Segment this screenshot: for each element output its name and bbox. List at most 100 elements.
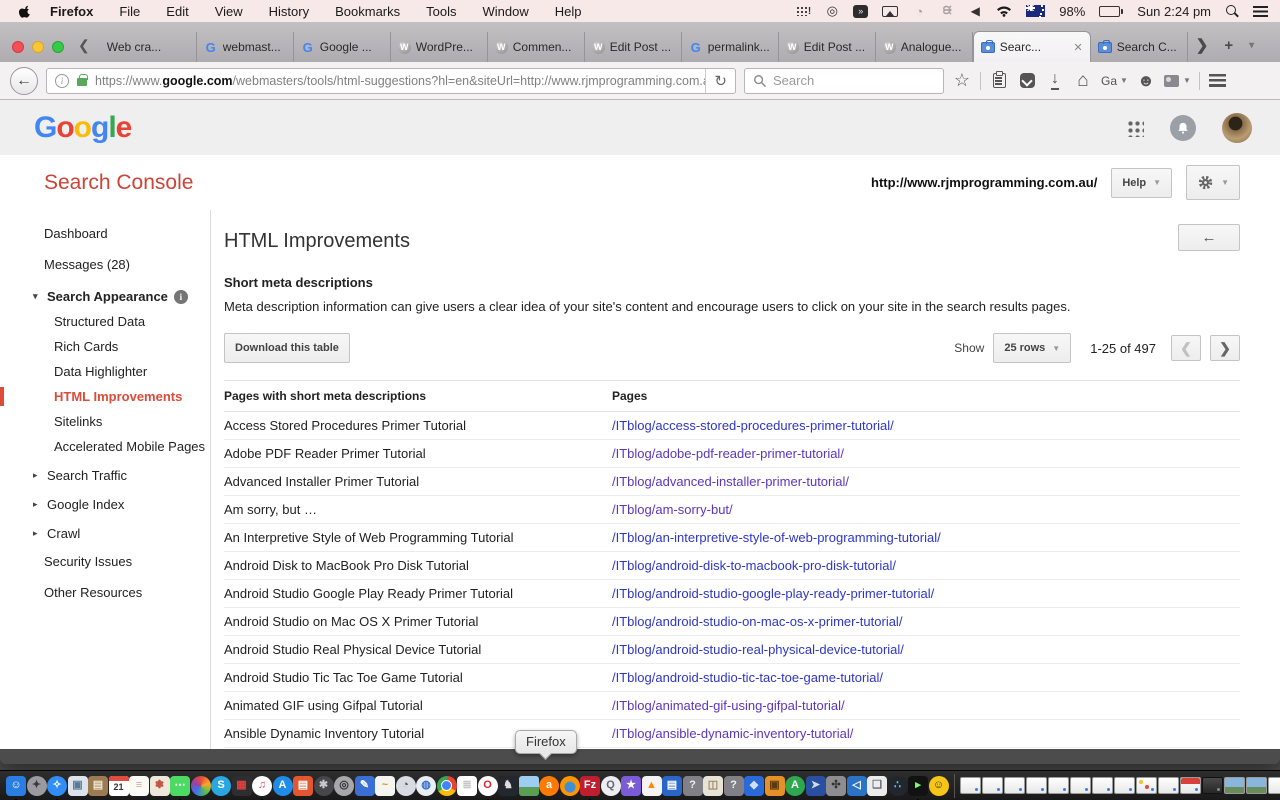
dock-minimized-window[interactable] [1202, 777, 1223, 794]
dock-minimized-window[interactable] [982, 777, 1003, 794]
google-logo[interactable]: Google [34, 111, 132, 145]
row-page-link[interactable]: /ITblog/ansible-dynamic-inventory-tutori… [612, 726, 853, 741]
dock-tool-gray-icon[interactable]: ✣ [826, 775, 846, 796]
sidebar-item-search-traffic[interactable]: ▸ Search Traffic [0, 459, 210, 488]
dock-pages-tool-icon[interactable]: ✎ [354, 775, 375, 796]
screenshot-extension-icon[interactable]: ▼ [1163, 69, 1191, 93]
dock-vlc-icon[interactable]: ▲ [641, 775, 662, 796]
volume-icon[interactable]: ◀ [968, 3, 982, 19]
dock-minimized-window[interactable] [1268, 777, 1280, 794]
sidebar-item-other-resources[interactable]: Other Resources [0, 577, 210, 608]
menu-hamburger-icon[interactable] [1208, 69, 1228, 93]
dock-keychain-smiley-icon[interactable]: ☺ [928, 775, 949, 796]
dock-messages-icon[interactable]: ⋯ [170, 775, 190, 800]
dock-minimized-window[interactable] [1048, 777, 1069, 794]
sidebar-item-sitelinks[interactable]: Sitelinks [0, 409, 210, 434]
dock-whiteboard-icon[interactable]: ~ [375, 775, 395, 796]
tab-3[interactable]: G Google ... [294, 32, 391, 62]
sidebar-item-dashboard[interactable]: Dashboard [0, 218, 210, 249]
sidebar-item-data-highlighter[interactable]: Data Highlighter [0, 359, 210, 384]
dock-android-studio-icon[interactable]: A [785, 775, 805, 796]
dock-photo-landscape-icon[interactable] [518, 775, 539, 796]
tab-11[interactable]: Search C... [1091, 32, 1188, 62]
menu-item-edit[interactable]: Edit [166, 4, 188, 19]
back-to-previous-button[interactable]: ← [1178, 224, 1240, 251]
sidebar-item-structured-data[interactable]: Structured Data [0, 309, 210, 334]
notifications-bell-icon[interactable] [1170, 114, 1196, 141]
account-avatar[interactable] [1222, 112, 1252, 143]
dock-chat-blue-icon[interactable]: S [211, 775, 231, 796]
dock-minimized-window[interactable] [1158, 777, 1179, 794]
battery-icon[interactable] [1099, 3, 1124, 19]
dock-qr-utility-icon[interactable]: ▦ [231, 775, 252, 796]
dock-minimized-window[interactable] [960, 777, 981, 794]
bluetooth-icon[interactable]: ᙠ [940, 3, 954, 19]
menu-item-history[interactable]: History [269, 4, 309, 19]
sidebar-item-crawl[interactable]: ▸ Crawl [0, 517, 210, 546]
dock-launchpad-icon[interactable]: ✦ [26, 775, 47, 796]
previous-page-button[interactable]: ❮ [1171, 335, 1201, 361]
url-bar[interactable]: i https://www.google.com/webmasters/tool… [46, 67, 736, 94]
dock-minimized-window[interactable] [1092, 777, 1113, 794]
sidebar-item-html-improvements[interactable]: HTML Improvements [0, 384, 210, 409]
menu-item-window[interactable]: Window [483, 4, 529, 19]
dock-minimized-window[interactable] [1136, 777, 1157, 794]
back-button[interactable]: ← [10, 66, 38, 95]
tab-1[interactable]: Web cra... [100, 32, 197, 62]
menu-item-file[interactable]: File [119, 4, 140, 19]
dock-quicktime-icon[interactable]: Q [600, 775, 621, 796]
https-lock-icon[interactable] [77, 74, 88, 86]
dock-contacts-icon[interactable]: ▤ [88, 775, 108, 796]
zoom-window-button[interactable] [52, 41, 64, 53]
tab-5[interactable]: W Commen... [488, 32, 585, 62]
row-page-link[interactable]: /ITblog/android-studio-on-mac-os-x-prime… [612, 614, 902, 629]
close-window-button[interactable] [12, 41, 24, 53]
info-icon[interactable]: i [173, 289, 188, 304]
target-app-icon[interactable]: ◎ [825, 3, 839, 19]
dock-app-store-icon[interactable]: A [272, 775, 293, 796]
tab-4[interactable]: W WordPre... [391, 32, 488, 62]
input-source-flag-au[interactable] [1026, 3, 1046, 19]
menu-item-bookmarks[interactable]: Bookmarks [335, 4, 400, 19]
dock-minimized-window[interactable] [1114, 777, 1135, 794]
download-table-button[interactable]: Download this table [224, 333, 350, 363]
dock-chess-icon[interactable]: ♞ [498, 775, 518, 796]
dock-safari-icon[interactable]: ✧ [47, 775, 67, 800]
tab-9[interactable]: W Analogue... [876, 32, 973, 62]
dock-chrome-icon[interactable] [436, 775, 457, 800]
bookmark-star-icon[interactable]: ☆ [952, 69, 972, 93]
sidebar-item-security-issues[interactable]: Security Issues [0, 546, 210, 577]
menu-item-help[interactable]: Help [555, 4, 582, 19]
dock-preview-icon[interactable]: ▣ [67, 775, 88, 796]
sidebar-item-rich-cards[interactable]: Rich Cards [0, 334, 210, 359]
dock-bus-app-icon[interactable]: ▣ [764, 775, 785, 796]
dock-missing-app-2-icon[interactable]: ? [723, 775, 744, 796]
keyboard-viewer-icon[interactable]: ! [795, 3, 811, 19]
tab-7[interactable]: Gpermalink... [682, 32, 779, 62]
dock-star-app-icon[interactable]: ★ [621, 775, 641, 796]
menu-item-tools[interactable]: Tools [426, 4, 456, 19]
wifi-icon[interactable] [996, 3, 1012, 19]
sidebar-item-google-index[interactable]: ▸ Google Index [0, 488, 210, 517]
dock-world-clock-icon[interactable]: ◔ [395, 775, 416, 796]
apple-menu[interactable] [0, 4, 50, 19]
dock-photo-stack-icon[interactable]: ❏ [867, 775, 887, 796]
dock-calendar-icon[interactable]: 21 [108, 775, 129, 796]
close-tab-icon[interactable]: ✕ [1072, 41, 1083, 54]
dock-system-preferences-icon[interactable]: ✱ [313, 775, 334, 796]
dock-terminal-icon[interactable]: ▸ [908, 775, 928, 800]
row-page-link[interactable]: /ITblog/access-stored-procedures-primer-… [612, 418, 894, 433]
dock-globe-app-icon[interactable]: ◍ [416, 775, 436, 796]
dock-vs-app-icon[interactable]: ◁ [846, 775, 867, 796]
dock-firefox-icon[interactable] [559, 775, 580, 800]
next-page-button[interactable]: ❯ [1210, 335, 1240, 361]
search-console-brand[interactable]: Search Console [44, 171, 193, 195]
new-tab-button[interactable]: + [1216, 37, 1241, 62]
row-page-link[interactable]: /ITblog/advanced-installer-primer-tutori… [612, 474, 849, 489]
dock-minimized-window[interactable] [1026, 777, 1047, 794]
spotlight-icon[interactable] [1225, 3, 1239, 19]
dock-text-document-icon[interactable]: ≣ [457, 775, 477, 796]
list-all-tabs-icon[interactable]: ▾ [1241, 40, 1262, 62]
help-button[interactable]: Help ▼ [1111, 167, 1173, 198]
airplay-display-icon[interactable] [882, 3, 899, 19]
